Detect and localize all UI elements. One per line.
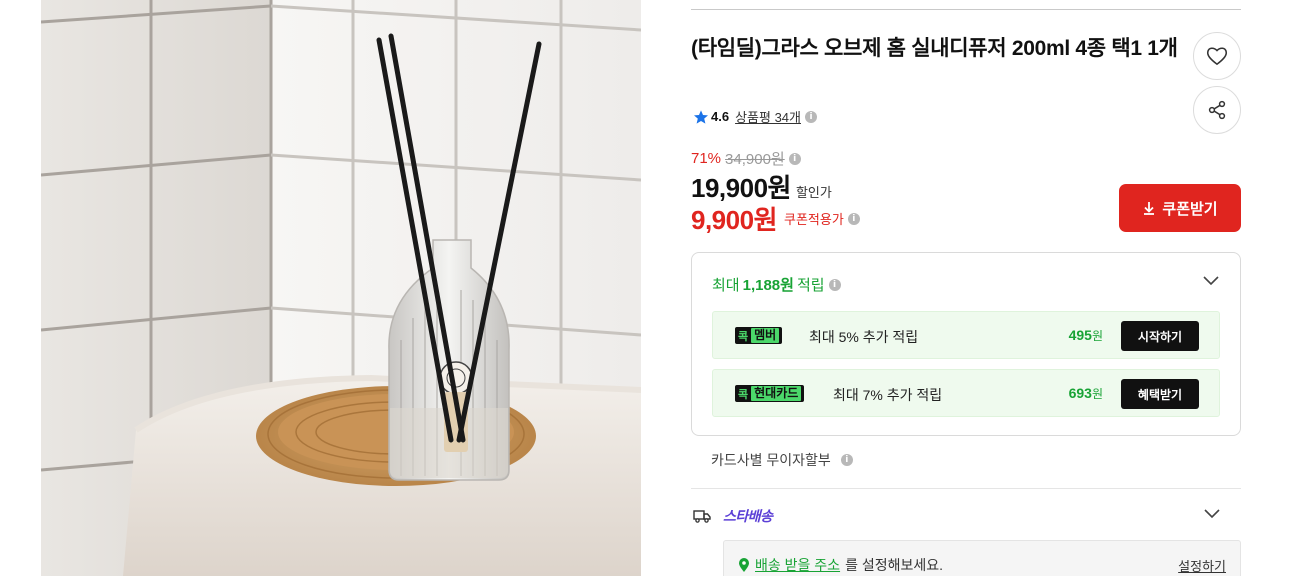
badge-name: 현대카드: [751, 386, 802, 401]
info-icon[interactable]: i: [788, 152, 801, 165]
benefit-badge: 콕 현대카드: [735, 385, 805, 402]
badge-name: 멤버: [751, 328, 780, 343]
benefit-text: 최대 5% 추가 적립: [809, 329, 919, 345]
points-panel: 최대 1,188원 적립 i 콕 멤버 최대 5% 추가 적립 495원 시작하…: [691, 252, 1241, 436]
points-prefix: 최대: [712, 277, 740, 294]
coupon-price: 9,900원: [691, 205, 777, 235]
chevron-down-icon[interactable]: [1203, 508, 1221, 520]
download-icon: [1144, 202, 1155, 215]
original-price: 34,900원: [725, 151, 785, 168]
coupon-price-row: 9,900원 쿠폰적용가 i: [691, 200, 860, 237]
start-membership-button[interactable]: 시작하기: [1121, 321, 1199, 351]
address-text: 배송 받을 주소 를 설정해보세요.: [738, 555, 943, 575]
coupon-download-button[interactable]: 쿠폰받기: [1119, 184, 1241, 232]
points-suffix: 적립: [796, 277, 825, 294]
delivery-row[interactable]: 스타배송: [693, 506, 773, 526]
heart-icon: [1206, 47, 1228, 66]
coupon-price-label: 쿠폰적용가: [783, 212, 844, 227]
info-icon[interactable]: i: [828, 278, 841, 291]
rating-row: 4.6 상품평 34개 i: [693, 107, 817, 126]
get-card-benefit-button[interactable]: 혜택받기: [1121, 379, 1199, 409]
info-icon[interactable]: i: [805, 110, 817, 123]
discount-rate: 71%: [691, 150, 722, 167]
pick-mark: 콕: [738, 388, 749, 401]
wishlist-button[interactable]: [1193, 32, 1241, 80]
chevron-down-icon[interactable]: [1202, 275, 1220, 287]
product-image[interactable]: [41, 0, 641, 576]
address-prompt: 배송 받을 주소 를 설정해보세요. 설정하기: [723, 540, 1241, 576]
installment-text: 카드사별 무이자할부: [711, 452, 831, 468]
discount-row: 71% 34,900원 i: [691, 148, 801, 169]
member-benefit-row: 콕 멤버 최대 5% 추가 적립 495원 시작하기: [712, 311, 1220, 359]
share-icon: [1208, 100, 1226, 120]
coupon-button-label: 쿠폰받기: [1162, 200, 1218, 218]
sale-price-label: 할인가: [795, 185, 832, 200]
truck-icon: [693, 510, 711, 523]
info-icon[interactable]: i: [847, 212, 860, 225]
address-suffix: 를 설정해보세요.: [845, 557, 944, 573]
points-amount: 1,188원: [742, 277, 794, 294]
product-info: (타임딜)그라스 오브제 홈 실내디퓨저 200ml 4종 택1 1개 4.6 …: [691, 0, 1241, 576]
info-icon[interactable]: i: [840, 454, 853, 466]
review-count-link[interactable]: 상품평 34개: [735, 107, 801, 126]
section-divider: [691, 488, 1241, 489]
rating-score: 4.6: [711, 109, 730, 124]
benefit-amount: 495원: [1068, 327, 1103, 343]
diffuser-photo: [41, 0, 641, 576]
benefit-amount: 693원: [1068, 385, 1103, 401]
benefit-text: 최대 7% 추가 적립: [833, 387, 943, 403]
benefit-badge: 콕 멤버: [735, 327, 783, 344]
location-pin-icon: [739, 557, 749, 572]
card-benefit-row: 콕 현대카드 최대 7% 추가 적립 693원 혜택받기: [712, 369, 1220, 417]
pick-mark: 콕: [738, 330, 749, 343]
star-icon: [694, 109, 708, 124]
installment-info: 카드사별 무이자할부 i: [711, 450, 853, 470]
address-link[interactable]: 배송 받을 주소: [755, 555, 840, 575]
share-button[interactable]: [1193, 86, 1241, 134]
set-address-button[interactable]: 설정하기: [1178, 556, 1226, 575]
points-summary[interactable]: 최대 1,188원 적립 i: [712, 274, 841, 295]
top-divider: [691, 9, 1241, 10]
product-title: (타임딜)그라스 오브제 홈 실내디퓨저 200ml 4종 택1 1개: [691, 37, 1178, 60]
star-delivery-logo: 스타배송: [723, 508, 773, 524]
